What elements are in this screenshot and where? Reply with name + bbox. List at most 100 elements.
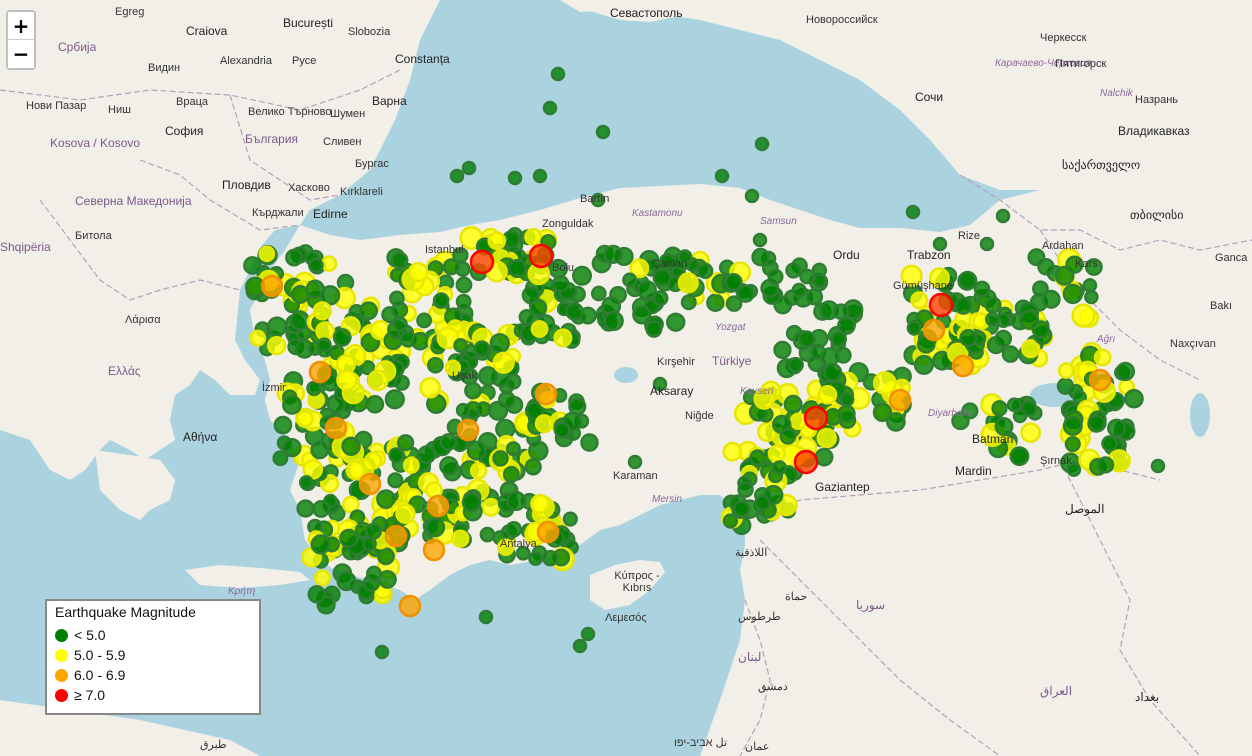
zoom-in-button[interactable]: + [8,12,34,40]
quake-marker-green[interactable] [696,262,714,280]
quake-marker-green[interactable] [1012,408,1028,424]
quake-marker-green[interactable] [787,356,804,373]
quake-marker-green[interactable] [595,124,611,140]
quake-marker-green[interactable] [1096,456,1115,474]
quake-marker-green[interactable] [307,585,326,604]
quake-marker-green[interactable] [751,247,770,267]
quake-marker-green[interactable] [298,475,314,490]
quake-marker-yellow[interactable] [481,497,501,517]
quake-marker-green[interactable] [397,434,415,452]
quake-marker-orange[interactable] [456,418,480,442]
quake-marker-green[interactable] [1084,289,1099,305]
quake-marker-green[interactable] [365,565,382,582]
quake-marker-green[interactable] [714,168,730,184]
quake-marker-green[interactable] [973,280,991,298]
quake-marker-green[interactable] [505,520,523,538]
quake-marker-green[interactable] [839,392,855,407]
quake-marker-green[interactable] [958,270,978,291]
quake-marker-green[interactable] [1062,415,1083,436]
quake-marker-green[interactable] [737,481,754,498]
quake-marker-green[interactable] [985,311,1000,327]
quake-marker-green[interactable] [627,454,643,470]
quake-marker-green[interactable] [666,312,686,332]
quake-marker-green[interactable] [652,290,669,307]
quake-marker-yellow[interactable] [320,255,338,272]
quake-marker-yellow[interactable] [872,371,897,395]
quake-marker-green[interactable] [387,472,404,489]
quake-marker-yellow[interactable] [313,569,331,587]
quake-marker-green[interactable] [553,421,571,439]
quake-marker-green[interactable] [374,644,390,660]
quake-marker-green[interactable] [732,500,751,518]
quake-marker-orange[interactable] [398,594,422,618]
quake-marker-green[interactable] [479,526,496,543]
zoom-out-button[interactable]: − [8,40,34,68]
quake-marker-green[interactable] [1124,388,1144,409]
quake-marker-yellow[interactable] [258,245,276,263]
quake-marker-green[interactable] [389,267,405,283]
quake-marker-yellow[interactable] [312,301,332,321]
quake-marker-yellow[interactable] [367,369,389,392]
quake-marker-green[interactable] [442,258,460,276]
quake-marker-green[interactable] [417,445,437,464]
quake-marker-green[interactable] [502,465,520,483]
quake-marker-green[interactable] [439,433,458,451]
quake-marker-orange[interactable] [308,360,332,384]
quake-marker-green[interactable] [282,394,302,415]
quake-marker-orange[interactable] [324,416,348,440]
quake-marker-green[interactable] [645,320,663,338]
quake-marker-green[interactable] [296,499,315,518]
quake-marker-green[interactable] [461,160,477,176]
quake-marker-green[interactable] [392,316,408,332]
quake-marker-green[interactable] [832,303,850,320]
quake-marker-green[interactable] [632,305,652,325]
quake-marker-orange[interactable] [951,354,975,378]
quake-marker-green[interactable] [984,296,1002,314]
quake-marker-orange[interactable] [358,472,382,496]
quake-marker-green[interactable] [680,294,697,311]
quake-marker-green[interactable] [954,296,973,315]
quake-marker-green[interactable] [359,301,378,321]
quake-marker-yellow[interactable] [1021,339,1041,359]
quake-marker-green[interactable] [439,456,459,476]
quake-marker-yellow[interactable] [1020,422,1041,443]
quake-marker-green[interactable] [562,511,578,527]
quake-marker-yellow[interactable] [553,328,573,348]
quake-marker-orange[interactable] [1088,368,1112,392]
quake-marker-green[interactable] [376,547,395,566]
quake-marker-green[interactable] [905,204,921,220]
quake-marker-green[interactable] [1101,435,1118,452]
quake-marker-yellow[interactable] [534,414,554,434]
quake-marker-green[interactable] [464,381,482,400]
quake-marker-green[interactable] [507,258,528,279]
quake-marker-yellow[interactable] [530,493,551,514]
quake-marker-green[interactable] [475,401,492,417]
quake-marker-green[interactable] [906,320,922,336]
quake-marker-yellow[interactable] [1093,348,1112,367]
quake-marker-green[interactable] [505,441,521,457]
quake-marker-green[interactable] [290,284,310,304]
quake-marker-green[interactable] [282,437,302,458]
quake-marker-yellow[interactable] [767,444,787,463]
quake-marker-green[interactable] [394,374,410,391]
quake-marker-green[interactable] [550,66,566,82]
quake-marker-green[interactable] [797,330,816,349]
quake-marker-red[interactable] [793,449,819,475]
quake-marker-green[interactable] [528,440,549,461]
quake-marker-green[interactable] [336,571,357,592]
quake-marker-green[interactable] [812,273,828,289]
quake-marker-green[interactable] [1019,309,1040,330]
quake-marker-green[interactable] [416,312,433,329]
quake-marker-orange[interactable] [260,274,284,298]
quake-marker-green[interactable] [706,293,725,312]
quake-marker-green[interactable] [772,460,788,476]
quake-marker-yellow[interactable] [722,441,743,462]
quake-marker-green[interactable] [749,449,767,467]
quake-marker-green[interactable] [461,492,482,513]
quake-marker-green[interactable] [754,136,770,152]
quake-marker-green[interactable] [572,638,588,654]
quake-marker-green[interactable] [384,389,405,410]
quake-marker-orange[interactable] [384,524,408,548]
quake-marker-green[interactable] [453,338,469,353]
quake-marker-orange[interactable] [922,318,946,342]
